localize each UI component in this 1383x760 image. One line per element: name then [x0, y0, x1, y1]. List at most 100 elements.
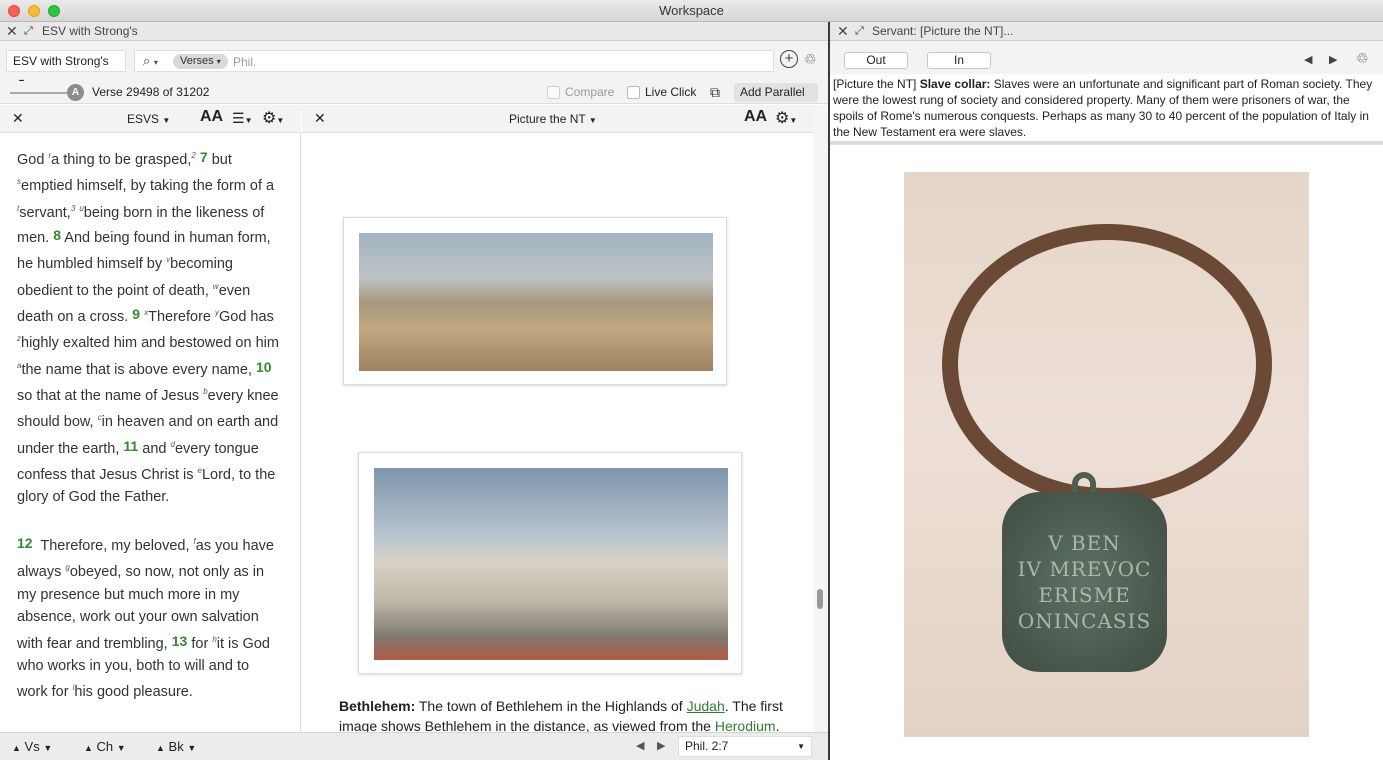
add-icon[interactable]: + — [780, 50, 798, 68]
bible-pane-header: ✕ ESVS ▼ AA ☰▼ ⚙▼ — [0, 105, 301, 133]
picture-description: [Picture the NT] Slave collar: Slaves we… — [830, 74, 1383, 145]
picture-detail-panel: ✕ ⤢ Servant: [Picture the NT]... Out In … — [830, 22, 1383, 760]
window-minimize-button[interactable] — [28, 5, 40, 17]
reference-value: Phil. 2:7 — [685, 739, 729, 753]
gear-icon[interactable]: ⚙▼ — [775, 108, 797, 128]
footnote-marker[interactable]: 3 — [71, 204, 75, 213]
footnote-marker[interactable]: c — [98, 413, 102, 422]
image-frame — [343, 217, 727, 385]
verse-slider-row: A Verse 29498 of 31202 Compare Live Clic… — [0, 81, 828, 117]
footnote-marker[interactable]: b — [203, 387, 207, 396]
close-icon[interactable]: ✕ — [837, 22, 849, 41]
live-click-checkbox[interactable] — [627, 86, 640, 99]
previous-icon[interactable]: ◀ — [1304, 53, 1312, 66]
scrollbar-thumb[interactable] — [817, 589, 823, 609]
picture-pane-title: Picture the NT — [509, 112, 586, 126]
footnote-marker[interactable]: h — [212, 635, 216, 644]
bible-paragraph: 12 Therefore, my beloved, fas you have a… — [17, 534, 274, 701]
search-scope-pill[interactable]: Verses ▾ — [173, 54, 228, 69]
parallel-icon[interactable]: ⧉ — [710, 84, 720, 101]
verse-slider-knob[interactable]: A — [67, 84, 84, 101]
picture-content: Bethlehem: The town of Bethlehem in the … — [302, 133, 813, 732]
list-options-icon[interactable]: ☰▼ — [232, 110, 252, 127]
footnote-marker[interactable]: v — [166, 255, 170, 264]
zoom-out-button[interactable]: Out — [844, 52, 908, 69]
landscape-photo[interactable] — [359, 233, 713, 371]
picture-pane-select[interactable]: Picture the NT ▼ — [509, 112, 597, 126]
search-icon[interactable]: ⌕ ▾ — [143, 53, 158, 69]
add-parallel-button[interactable]: Add Parallel ▼ — [734, 83, 818, 117]
footnote-marker[interactable]: a — [17, 361, 21, 370]
footnote-marker[interactable]: y — [215, 308, 219, 317]
footnote-marker[interactable]: e — [198, 466, 202, 475]
footnote-marker[interactable]: r — [48, 151, 51, 160]
slave-collar-photo[interactable]: V BEN IV MREVOC ERISME ONINCASIS — [904, 172, 1309, 737]
description-title: Slave collar: — [919, 77, 991, 91]
zoom-in-button[interactable]: In — [927, 52, 991, 69]
bible-panel-header: ✕ ⤢ ESV with Strong's — [0, 22, 828, 41]
inscription-line: ERISME — [1038, 583, 1131, 607]
verse-number[interactable]: 11 — [123, 438, 138, 454]
gear-icon[interactable]: ⚙▼ — [262, 108, 284, 128]
font-size-icon[interactable]: AA — [744, 108, 767, 126]
footnote-marker[interactable]: u — [79, 204, 83, 213]
font-size-icon[interactable]: AA — [200, 108, 223, 126]
next-icon[interactable]: ▶ — [657, 739, 665, 752]
window-close-button[interactable] — [8, 5, 20, 17]
window-zoom-button[interactable] — [48, 5, 60, 17]
add-parallel-label: Add Parallel — [740, 85, 805, 99]
bible-version-select[interactable]: ESVS ▼ — [127, 112, 170, 126]
verse-number[interactable]: 9 — [132, 306, 140, 322]
image-viewer: V BEN IV MREVOC ERISME ONINCASIS — [830, 149, 1383, 760]
reference-box[interactable]: Phil. 2:7 ▼ — [678, 736, 812, 757]
footnote-marker[interactable]: t — [17, 204, 19, 213]
close-icon[interactable]: ✕ — [6, 22, 18, 41]
verse-number[interactable]: 12 — [17, 535, 33, 551]
expand-icon[interactable]: ⤢ — [24, 22, 33, 41]
city-photo[interactable] — [374, 468, 728, 660]
footnote-marker[interactable]: i — [73, 683, 75, 692]
bible-panel: ✕ ⤢ ESV with Strong's ESV with Strong's … — [0, 22, 828, 760]
previous-icon[interactable]: ◀ — [636, 739, 644, 752]
footnote-marker[interactable]: s — [17, 177, 21, 186]
close-icon[interactable]: ✕ — [314, 110, 326, 127]
window-title: Workspace — [659, 3, 724, 18]
footnote-marker[interactable]: z — [17, 334, 21, 343]
image-caption: Bethlehem: The town of Bethlehem in the … — [339, 696, 799, 732]
collar-inscription: V BEN IV MREVOC ERISME ONINCASIS — [1002, 492, 1167, 672]
close-icon[interactable]: ✕ — [12, 110, 24, 127]
verse-number[interactable]: 7 — [200, 149, 208, 165]
description-prefix: [Picture the NT] — [833, 77, 920, 91]
footnote-marker[interactable]: x — [144, 308, 148, 317]
book-nav[interactable]: ▲ Bk ▼ — [156, 739, 196, 754]
verse-number[interactable]: 8 — [53, 227, 61, 243]
scrollbar[interactable] — [813, 105, 828, 732]
title-bar: Workspace — [0, 0, 1383, 22]
zoom-toolbar: Out In ◀ ▶ ♲ — [830, 41, 1383, 74]
footnote-marker[interactable]: g — [65, 563, 69, 572]
judah-link[interactable]: Judah — [687, 698, 725, 714]
footnote-marker[interactable]: w — [213, 282, 219, 291]
herodium-link[interactable]: Herodium — [715, 718, 776, 732]
footnote-marker[interactable]: d — [170, 440, 174, 449]
verse-number[interactable]: 13 — [172, 632, 188, 648]
footnote-marker[interactable]: 2 — [191, 151, 195, 160]
verse-number[interactable]: 10 — [256, 359, 272, 375]
verse-nav[interactable]: ▲ Vs ▼ — [12, 739, 52, 754]
next-icon[interactable]: ▶ — [1329, 53, 1337, 66]
verse-nav-label: Vs — [24, 739, 40, 754]
verse-slider-track[interactable] — [10, 92, 70, 94]
caption-text: . — [775, 718, 780, 732]
recycle-icon[interactable]: ♲ — [804, 51, 817, 68]
footnote-marker[interactable]: f — [194, 537, 196, 546]
search-box[interactable]: ⌕ ▾ Verses ▾ — [134, 50, 774, 72]
compare-checkbox[interactable] — [547, 86, 560, 99]
inscription-line: V BEN — [1048, 531, 1121, 555]
search-input[interactable] — [233, 53, 753, 70]
chapter-nav[interactable]: ▲ Ch ▼ — [84, 739, 126, 754]
search-scope-label: Verses — [180, 55, 214, 67]
version-select[interactable]: ESV with Strong's ▼ — [6, 50, 126, 87]
search-bar: ESV with Strong's ▼ ⌕ ▾ Verses ▾ + ♲ — [0, 41, 828, 87]
recycle-icon[interactable]: ♲ — [1356, 50, 1369, 67]
expand-icon[interactable]: ⤢ — [855, 22, 864, 41]
